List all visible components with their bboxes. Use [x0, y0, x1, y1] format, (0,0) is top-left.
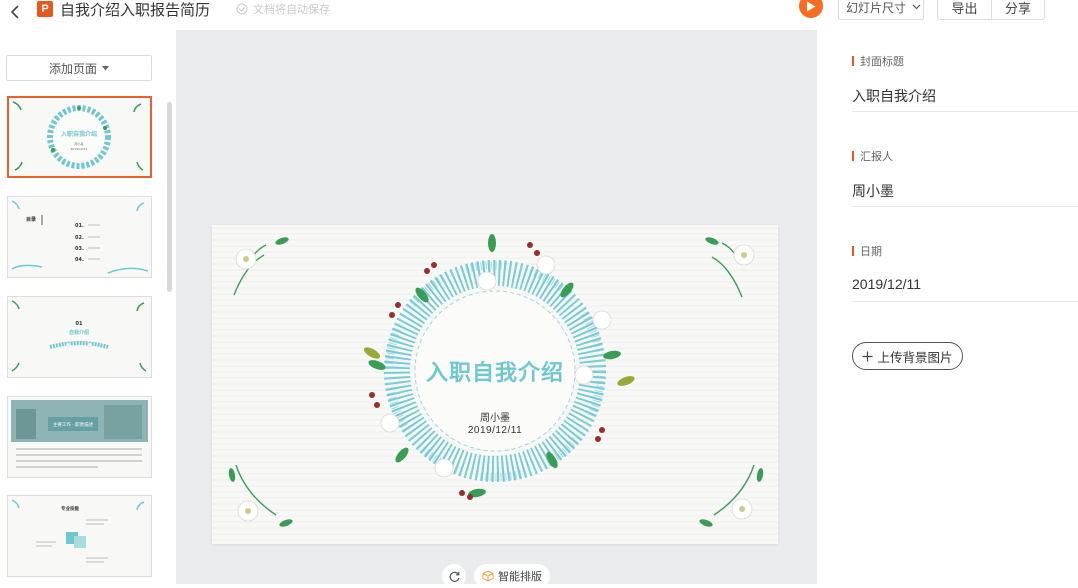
chevron-down-icon	[912, 4, 921, 10]
cover-title-input[interactable]: 入职自我介绍	[852, 86, 1078, 112]
properties-panel: 封面标题 入职自我介绍 汇报人 周小墨 日期 2019/12/11 上传背景图片	[817, 30, 1078, 584]
date-field: 日期 2019/12/11	[852, 243, 1078, 302]
thumbnail-2-title: 目录	[26, 216, 36, 223]
presenter-field: 汇报人 周小墨	[852, 148, 1078, 207]
thumbnail-toc-preview: 目录 01. 02. 03. 04.	[8, 197, 151, 277]
share-button[interactable]: 分享	[992, 0, 1044, 19]
check-circle-icon	[236, 3, 248, 15]
thumbnail-4-title: 主要工作 · 职责描述	[53, 421, 94, 428]
top-bar: P 自我介绍入职报告简历 文档将自动保存 幻灯片尺寸 导出 分享	[0, 0, 1078, 30]
thumbnail-2-item-4: 04.	[75, 257, 84, 263]
presenter-label-row: 汇报人	[852, 148, 1078, 164]
thumbnail-2-item-1: 01.	[75, 223, 84, 229]
slide-date[interactable]: 2019/12/11	[212, 425, 778, 436]
cover-title-label-row: 封面标题	[852, 53, 1078, 69]
cover-title-field: 封面标题 入职自我介绍	[852, 53, 1078, 112]
presenter-input[interactable]: 周小墨	[852, 181, 1078, 207]
label-accent-bar	[852, 56, 854, 66]
slide-thumbnail-4[interactable]: 主要工作 · 职责描述	[7, 396, 152, 478]
slide-thumbnail-2[interactable]: 目录 01. 02. 03. 04.	[7, 196, 152, 278]
document-title[interactable]: 自我介绍入职报告简历	[60, 0, 210, 20]
thumbnail-section-preview: 01 自我介绍	[8, 297, 151, 377]
caret-down-icon	[102, 65, 109, 70]
thumbnail-1-date: 2019/12/11	[70, 147, 87, 151]
thumbnail-2-item-2: 02.	[75, 235, 84, 241]
slide-thumbnail-5[interactable]: 专业技能	[7, 495, 152, 577]
thumbnail-skills-preview: 专业技能	[8, 496, 151, 576]
thumbnail-5-title: 专业技能	[61, 505, 79, 512]
slide-canvas-area: 入职自我介绍 周小墨 2019/12/11 智能排版	[177, 30, 817, 588]
refresh-button[interactable]	[442, 564, 466, 588]
slide-thumbnail-3[interactable]: 01 自我介绍	[7, 296, 152, 378]
thumbnail-cover-preview: 入职自我介绍 周小墨 2019/12/11	[9, 98, 150, 176]
plus-icon	[862, 351, 873, 361]
presentation-logo-icon: P	[37, 1, 53, 17]
upload-background-button[interactable]: 上传背景图片	[852, 342, 963, 370]
thumbnail-1-name: 周小墨	[74, 141, 83, 146]
export-share-group: 导出 分享	[937, 0, 1045, 20]
slide-thumbnail-1[interactable]: 入职自我介绍 周小墨 2019/12/11	[7, 96, 152, 178]
slide-thumbnail-sidebar: 添加页面 入职自我介绍 周小墨 2019/12/11 目录 01. 02. 03…	[0, 30, 177, 584]
thumbnail-photo-preview: 主要工作 · 职责描述	[8, 397, 151, 477]
date-label: 日期	[860, 246, 882, 258]
sidebar-scrollbar[interactable]	[167, 102, 172, 292]
slide-title[interactable]: 入职自我介绍	[212, 355, 778, 387]
thumbnail-2-item-3: 03.	[75, 246, 84, 252]
export-button[interactable]: 导出	[938, 0, 992, 19]
slide-size-label: 幻灯片尺寸	[846, 0, 907, 15]
thumbnail-3-number: 01	[76, 321, 83, 327]
play-icon	[807, 1, 816, 11]
thumbnail-3-title: 自我介绍	[69, 329, 89, 336]
smart-layout-label: 智能排版	[498, 571, 542, 583]
label-accent-bar	[852, 246, 854, 256]
slide-presenter-name[interactable]: 周小墨	[212, 409, 778, 424]
smart-layout-button[interactable]: 智能排版	[474, 564, 550, 588]
autosave-text: 文档将自动保存	[253, 4, 330, 16]
slide-size-select[interactable]: 幻灯片尺寸	[838, 0, 924, 20]
canvas-tools: 智能排版	[442, 564, 550, 588]
current-slide[interactable]: 入职自我介绍 周小墨 2019/12/11	[212, 225, 778, 544]
play-button[interactable]	[799, 0, 823, 18]
back-arrow-icon[interactable]	[8, 4, 24, 20]
label-accent-bar	[852, 151, 854, 161]
upload-background-label: 上传背景图片	[877, 350, 953, 365]
date-label-row: 日期	[852, 243, 1078, 259]
add-page-button[interactable]: 添加页面	[6, 55, 152, 81]
add-page-label: 添加页面	[48, 61, 97, 76]
cover-title-label: 封面标题	[860, 56, 904, 68]
cube-icon	[482, 570, 494, 582]
presenter-label: 汇报人	[860, 151, 893, 163]
refresh-icon	[449, 571, 460, 582]
thumbnail-1-title: 入职自我介绍	[60, 130, 97, 138]
date-input[interactable]: 2019/12/11	[852, 276, 1078, 302]
autosave-status: 文档将自动保存	[236, 1, 330, 17]
